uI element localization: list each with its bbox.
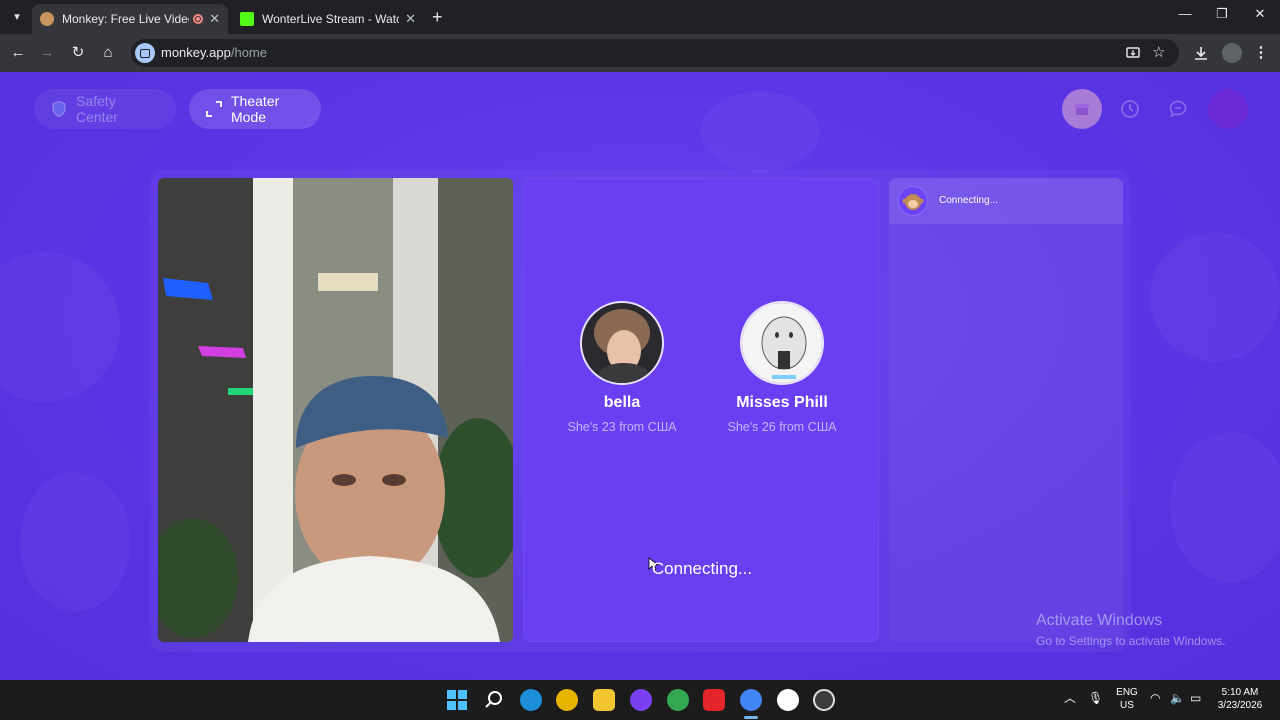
wifi-icon[interactable]: ◠ (1150, 692, 1160, 705)
tab-title: Monkey: Free Live Video Ch (62, 12, 189, 26)
theater-mode-button[interactable]: Theater Mode (189, 89, 321, 129)
chat-status-row: Connecting... (889, 178, 1123, 224)
user-avatar[interactable] (1208, 89, 1248, 129)
connecting-status: Connecting... (651, 559, 753, 578)
chat-status-text: Connecting... (939, 195, 998, 206)
language-indicator[interactable]: ENG US (1112, 686, 1142, 712)
self-camera-video (158, 178, 513, 642)
chrome-active-icon[interactable] (740, 689, 762, 711)
time-text: 5:10 AM (1221, 687, 1259, 698)
store-button[interactable] (1062, 89, 1102, 129)
background-decoration (0, 252, 120, 402)
clock-display[interactable]: 5:10 AM 3/23/2026 (1212, 686, 1268, 712)
match-name: Misses Phill (736, 394, 828, 411)
theater-mode-label: Theater Mode (231, 93, 280, 125)
camera-feed-image (158, 178, 513, 642)
address-bar[interactable]: monkey.app/home ☆ (131, 39, 1179, 67)
safety-center-button[interactable]: Safety Center (34, 89, 176, 129)
install-app-icon[interactable] (1126, 46, 1140, 60)
home-button[interactable]: ⌂ (97, 42, 119, 64)
obs-icon[interactable] (813, 689, 835, 711)
profile-photo-image (742, 303, 822, 383)
monkey-avatar (898, 186, 928, 216)
browser-tab-bar: ▾ Monkey: Free Live Video Ch ✕ WonterLiv… (0, 0, 1280, 34)
background-decoration (1150, 232, 1280, 362)
profile-photo-image (582, 303, 662, 383)
tab-search-button[interactable]: ▾ (6, 7, 28, 27)
url-path: /home (230, 45, 267, 60)
browser-toolbar: ← → ↻ ⌂ monkey.app/home ☆ ⋮ (0, 34, 1280, 72)
safety-center-label: Safety Center (76, 93, 119, 125)
chrome-canary-icon[interactable] (556, 689, 578, 711)
site-info-icon[interactable] (135, 43, 155, 63)
close-window-button[interactable]: ✕ (1245, 6, 1275, 22)
background-decoration (20, 472, 130, 612)
file-explorer-icon[interactable] (593, 689, 615, 711)
reload-button[interactable]: ↻ (67, 42, 89, 64)
profile-avatar[interactable] (1222, 43, 1242, 63)
maximize-button[interactable]: ❐ (1207, 6, 1237, 22)
windows-taskbar: ︿ 🎙 ENG US ◠ 🔈 ▭ 5:10 AM 3/23/2026 (0, 680, 1280, 720)
windows-start-icon[interactable] (446, 689, 468, 711)
forward-button[interactable]: → (36, 42, 58, 64)
date-text: 3/23/2026 (1217, 700, 1263, 711)
volume-icon[interactable]: 🔈 (1170, 692, 1185, 705)
messages-button[interactable] (1158, 89, 1198, 129)
watermark-line2: Go to Settings to activate Windows. (1036, 634, 1226, 648)
match-name: bella (603, 394, 641, 411)
gift-icon (1075, 104, 1089, 115)
back-button[interactable]: ← (7, 42, 29, 64)
yandex-browser-icon[interactable] (777, 689, 799, 711)
tab-wonterlive[interactable]: WonterLive Stream - Watch Live ✕ (232, 4, 424, 34)
clock-icon (1121, 100, 1139, 118)
shield-icon (52, 100, 66, 118)
match-panel: bella She's 23 from США Misses Phill She… (523, 178, 879, 642)
chat-panel: Connecting... (889, 178, 1123, 642)
microphone-icon[interactable]: 🎙 (1088, 692, 1103, 705)
match-info: She's 23 from США (567, 420, 677, 434)
battery-icon[interactable]: ▭ (1190, 692, 1201, 705)
alice-icon[interactable] (630, 689, 652, 711)
new-tab-button[interactable]: + (432, 7, 443, 27)
url-domain: monkey.app (161, 45, 231, 60)
activate-windows-watermark: Activate Windows Go to Settings to activ… (1036, 612, 1225, 648)
tab-monkey[interactable]: Monkey: Free Live Video Ch ✕ (32, 4, 228, 34)
search-icon[interactable] (483, 689, 505, 711)
yandex-icon[interactable] (703, 689, 725, 711)
match-card-bella[interactable]: bella She's 23 from США (542, 301, 702, 434)
avatar (740, 301, 824, 385)
match-info: She's 26 from США (727, 420, 837, 434)
watermark-line1: Activate Windows (1036, 612, 1163, 629)
background-decoration (1170, 432, 1280, 582)
lang-line1: ENG (1116, 687, 1138, 698)
monkey-favicon-icon (40, 12, 54, 26)
expand-icon (206, 101, 222, 117)
minimize-button[interactable]: — (1170, 6, 1200, 21)
download-icon[interactable] (1193, 45, 1209, 61)
history-button[interactable] (1110, 89, 1150, 129)
avatar (580, 301, 664, 385)
edge-icon[interactable] (520, 689, 542, 711)
monkey-face-icon (902, 194, 924, 210)
active-app-indicator (744, 716, 758, 719)
menu-icon[interactable]: ⋮ (1250, 42, 1272, 64)
bookmark-star-icon[interactable]: ☆ (1152, 43, 1165, 61)
chrome-icon[interactable] (667, 689, 689, 711)
monkey-page: Safety Center Theater Mode bella She's 2… (0, 72, 1280, 680)
background-decoration (700, 92, 820, 172)
tray-chevron-icon[interactable]: ︿ (1064, 692, 1076, 705)
tab-title: WonterLive Stream - Watch Live (262, 12, 400, 26)
kick-favicon-icon (240, 12, 254, 26)
match-card-misses-phill[interactable]: Misses Phill She's 26 from США (702, 301, 862, 434)
chat-bubble-icon (1169, 100, 1187, 118)
tab-close-icon[interactable]: ✕ (405, 11, 416, 27)
tab-close-icon[interactable]: ✕ (209, 11, 220, 27)
url-text: monkey.app/home (161, 45, 267, 60)
lang-line2: US (1120, 700, 1134, 711)
recording-icon (193, 14, 204, 24)
